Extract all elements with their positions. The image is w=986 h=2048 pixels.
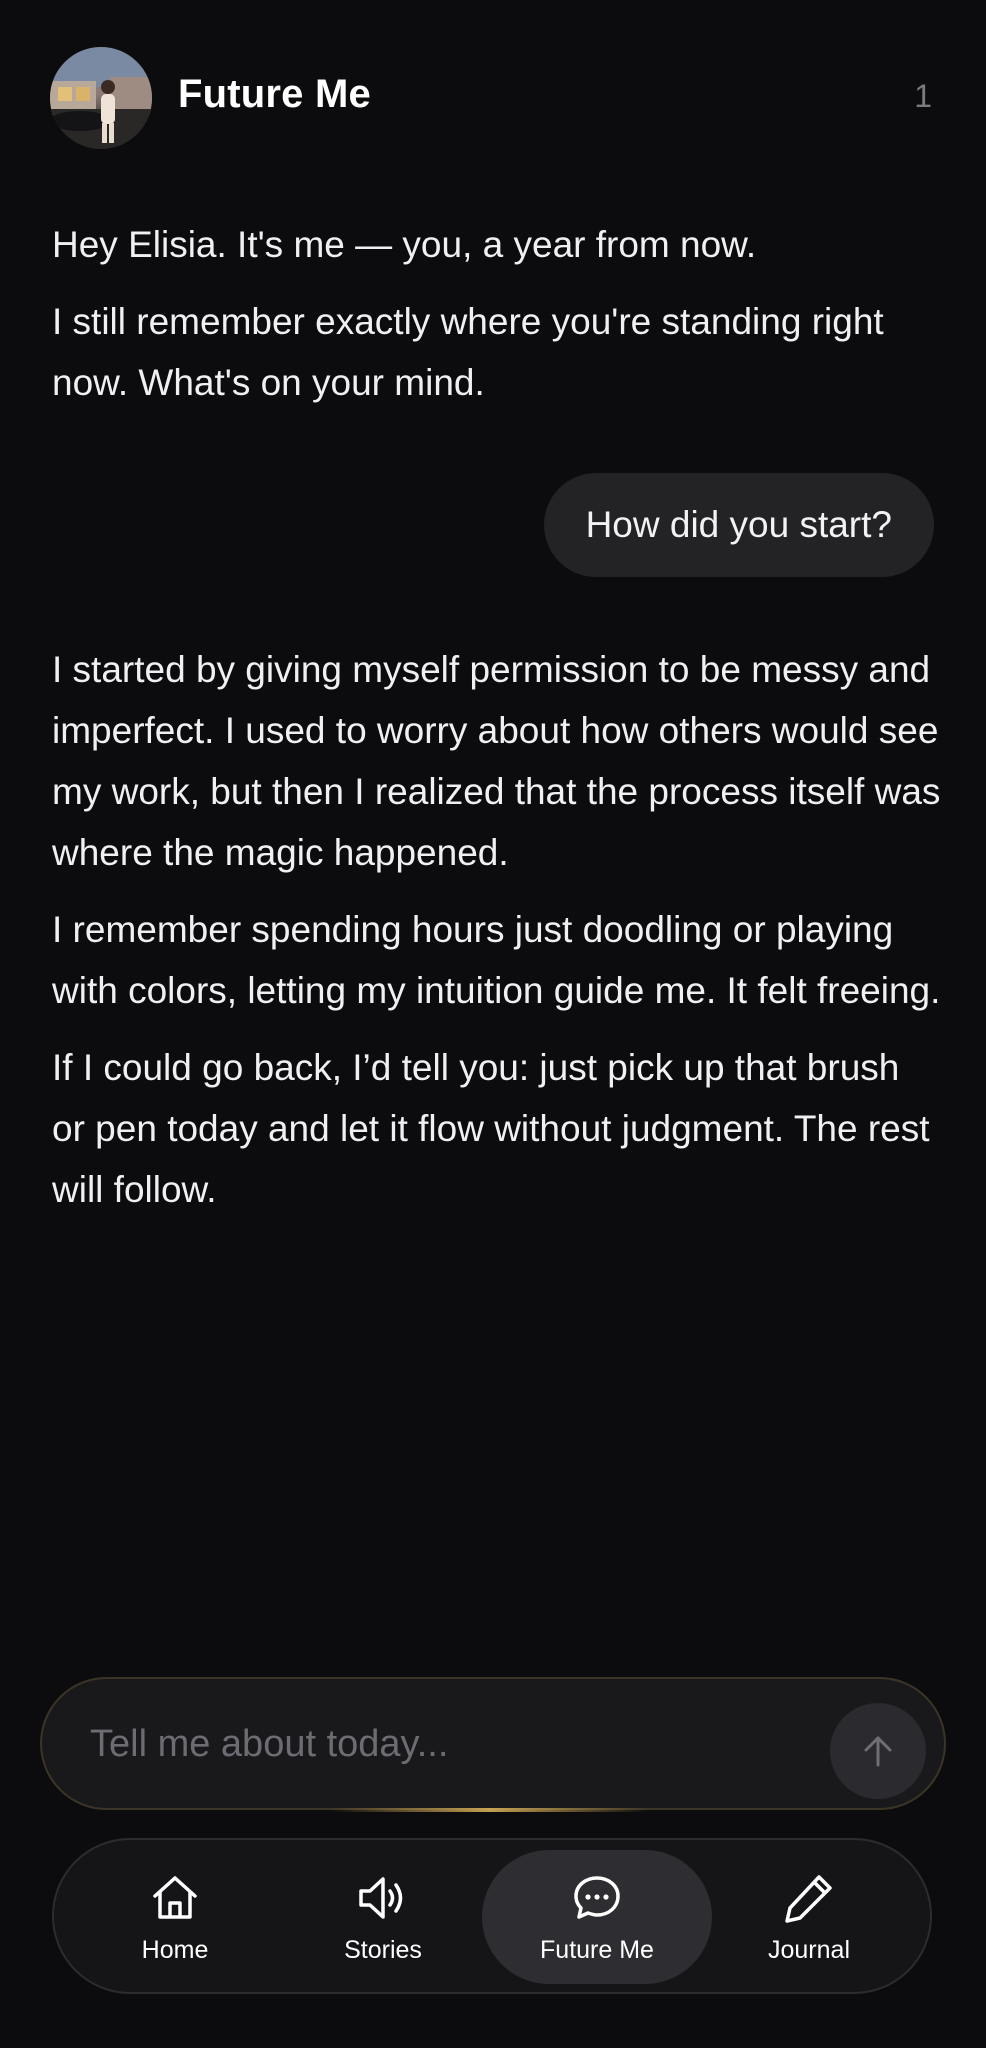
- tab-stories[interactable]: Stories: [268, 1850, 498, 1984]
- user-message-bubble: How did you start?: [543, 473, 934, 577]
- page-title: Future Me: [178, 72, 371, 116]
- assistant-message: Hey Elisia. It's me — you, a year from n…: [52, 214, 942, 429]
- arrow-up-icon: [864, 1736, 892, 1767]
- home-icon: [147, 1870, 203, 1926]
- tab-journal[interactable]: Journal: [694, 1850, 924, 1984]
- message-paragraph: Hey Elisia. It's me — you, a year from n…: [52, 224, 757, 265]
- chat-header: Future Me 1: [0, 0, 986, 200]
- user-message-text: How did you start?: [585, 504, 892, 545]
- tab-home[interactable]: Home: [60, 1850, 290, 1984]
- tab-label: Journal: [768, 1935, 850, 1964]
- assistant-message: I started by giving myself permission to…: [52, 639, 942, 1236]
- speaker-icon: [355, 1870, 411, 1926]
- input-glow-accent: [330, 1808, 650, 1812]
- profile-photo-icon: [50, 47, 152, 149]
- tab-future-me[interactable]: Future Me: [482, 1850, 712, 1984]
- tab-label: Stories: [344, 1935, 422, 1964]
- message-paragraph: If I could go back, I’d tell you: just p…: [52, 1047, 930, 1210]
- message-paragraph: I remember spending hours just doodling …: [52, 909, 941, 1011]
- message-count: 1: [914, 78, 932, 114]
- message-composer: [40, 1677, 946, 1810]
- chat-bubble-icon: [569, 1870, 625, 1926]
- message-paragraph: I still remember exactly where you're st…: [52, 301, 884, 403]
- message-paragraph: I started by giving myself permission to…: [52, 649, 941, 873]
- message-input[interactable]: [88, 1679, 812, 1810]
- tab-label: Home: [141, 1935, 209, 1964]
- pencil-icon: [781, 1870, 837, 1926]
- bottom-tab-bar: Home Stories Future Me Journal: [52, 1838, 932, 1994]
- send-button[interactable]: [830, 1703, 926, 1799]
- tab-label: Future Me: [540, 1935, 654, 1964]
- avatar[interactable]: [50, 47, 152, 149]
